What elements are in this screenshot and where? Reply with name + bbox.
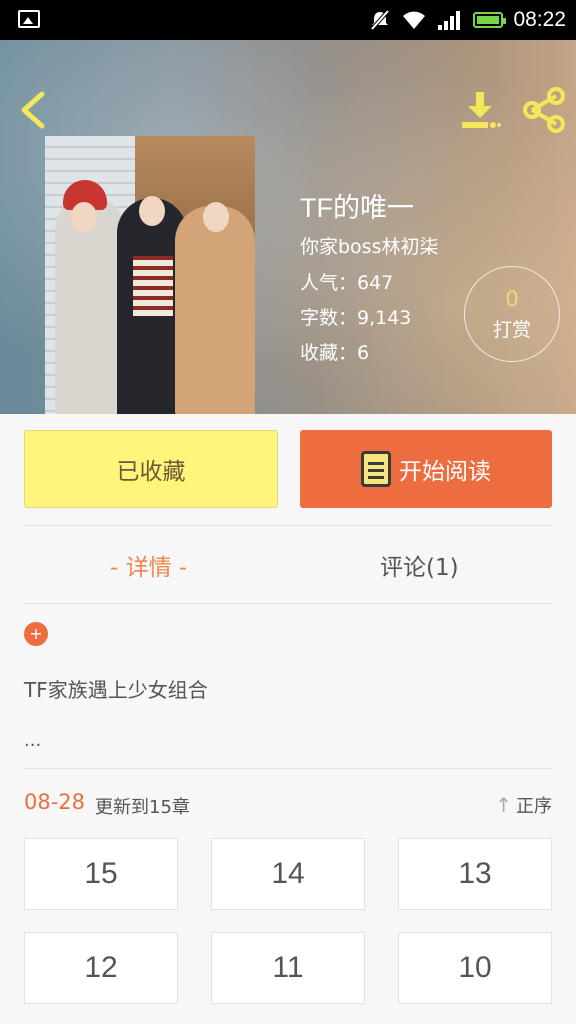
share-icon[interactable] [520, 86, 568, 134]
sort-order-button[interactable]: ↑ 正序 [495, 792, 552, 818]
book-header [0, 40, 576, 414]
gallery-icon [18, 10, 40, 28]
book-title: TF的唯一 [300, 193, 414, 223]
divider [24, 603, 552, 604]
book-description: TF家族遇上少女组合 [24, 678, 208, 702]
book-author[interactable]: 你家boss林初柒 [300, 232, 438, 259]
popularity-count: 人气：647 [300, 272, 394, 294]
chapter-button[interactable]: 10 [398, 932, 552, 1004]
favorited-label: 已收藏 [116, 459, 186, 485]
reward-button[interactable]: 0 打赏 [464, 266, 560, 362]
expand-description-button[interactable]: + [24, 622, 48, 646]
sort-label: 正序 [516, 796, 552, 817]
status-time: 08:22 [513, 8, 566, 31]
description-more[interactable]: ... [24, 730, 41, 751]
tab-comments[interactable]: 评论(1) [380, 548, 459, 582]
update-date: 08-28 [24, 790, 86, 814]
reward-label: 打赏 [492, 319, 531, 341]
chapter-button[interactable]: 13 [398, 838, 552, 910]
chapter-button[interactable]: 15 [24, 838, 178, 910]
chapter-button[interactable]: 11 [211, 932, 365, 1004]
book-cover[interactable] [45, 136, 255, 414]
mute-icon [370, 9, 390, 31]
update-status: 更新到15章 [95, 797, 190, 818]
back-icon[interactable] [14, 88, 50, 132]
signal-icon [438, 11, 461, 30]
tab-detail[interactable]: - 详情 - [110, 548, 187, 582]
favorite-count: 收藏：6 [300, 342, 370, 364]
sort-up-icon: ↑ [495, 793, 512, 817]
divider [24, 768, 552, 769]
start-reading-button[interactable]: 开始阅读 [300, 430, 552, 508]
divider [24, 525, 552, 526]
favorited-button[interactable]: 已收藏 [24, 430, 278, 508]
chapter-button[interactable]: 14 [211, 838, 365, 910]
book-icon [361, 451, 391, 487]
reward-count: 0 [505, 287, 519, 311]
start-reading-label: 开始阅读 [399, 459, 491, 485]
download-icon[interactable] [458, 88, 502, 132]
status-bar: 08:22 [0, 0, 576, 40]
wifi-icon [403, 11, 426, 29]
chapter-button[interactable]: 12 [24, 932, 178, 1004]
word-count: 字数：9,143 [300, 307, 412, 329]
battery-icon [473, 12, 507, 28]
